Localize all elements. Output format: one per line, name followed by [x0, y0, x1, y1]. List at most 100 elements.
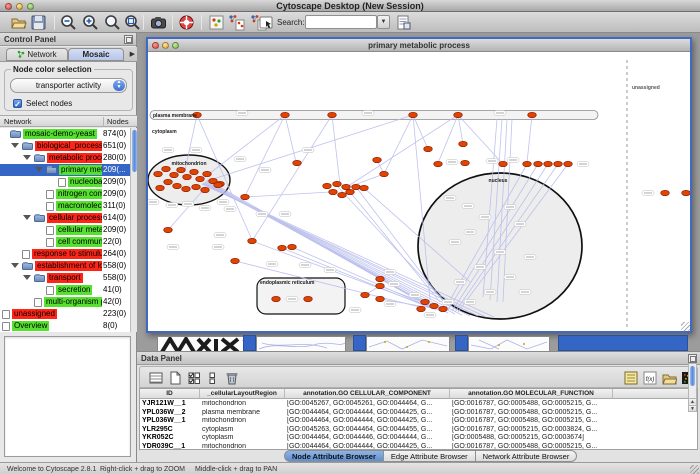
table-cell[interactable]: [GO:0016787, GO:0005488, GO:0005215, G..…: [450, 409, 613, 418]
float-panel-icon[interactable]: [124, 35, 133, 44]
network-node[interactable]: [424, 146, 433, 151]
minimize-button[interactable]: [16, 3, 23, 10]
float-panel-icon[interactable]: [688, 354, 697, 363]
tree-row-mosaic-demo-yeast[interactable]: mosaic-demo-yeast874(0): [0, 128, 130, 140]
table-cell[interactable]: [GO:0044464, GO:0044444, GO:0044425, G..…: [285, 417, 450, 426]
network-edge[interactable]: [527, 115, 532, 163]
layout-nodes-button[interactable]: [228, 14, 245, 31]
expand-arrow-icon[interactable]: [23, 215, 31, 220]
network-node[interactable]: [376, 276, 385, 281]
background-frame-edge[interactable]: [353, 335, 366, 351]
network-node[interactable]: [323, 183, 332, 188]
table-cell[interactable]: mitochondrion: [200, 400, 285, 409]
network-node[interactable]: [682, 190, 690, 195]
table-cell[interactable]: [GO:0016787, GO:0005488, GO:0005215, G..…: [450, 417, 613, 426]
network-node[interactable]: [173, 183, 182, 188]
tab-network-attribute-browser[interactable]: Network Attribute Browser: [476, 450, 578, 462]
delete-attribute-button[interactable]: [224, 370, 240, 386]
frame-minimize-button[interactable]: [162, 42, 169, 49]
annotations-button[interactable]: [258, 14, 275, 31]
table-cell[interactable]: cytoplasm: [200, 434, 285, 443]
network-node[interactable]: [190, 169, 199, 174]
network-node[interactable]: [380, 171, 389, 176]
birdseye-view[interactable]: [4, 336, 131, 457]
snapshot-camera-button[interactable]: [150, 14, 167, 31]
background-frame-edge[interactable]: [558, 335, 688, 351]
tree-row-primary-metabo[interactable]: primary metabo209(...: [0, 164, 130, 176]
table-cell[interactable]: [GO:0016787, GO:0005488, GO:0005215, G..…: [450, 400, 613, 409]
frame-titlebar[interactable]: primary metabolic process: [148, 39, 690, 52]
network-node[interactable]: [183, 174, 192, 179]
table-cell[interactable]: [GO:0045267, GO:0045261, GO:0044464, G..…: [285, 400, 450, 409]
search-dropdown-arrow[interactable]: ▼: [377, 15, 390, 29]
network-node[interactable]: [272, 296, 281, 301]
network-edge[interactable]: [245, 115, 285, 196]
network-node[interactable]: [182, 186, 191, 191]
network-node[interactable]: [203, 171, 212, 176]
network-node[interactable]: [434, 161, 443, 166]
select-nodes-checkbox[interactable]: ✓: [13, 99, 22, 108]
network-node[interactable]: [338, 192, 347, 197]
tree-row-biological-process[interactable]: biological_process651(0): [0, 140, 130, 152]
network-node[interactable]: [534, 161, 543, 166]
help-lifesaver-button[interactable]: [178, 14, 195, 31]
tree-row-unassigned[interactable]: unassigned223(0): [0, 308, 130, 320]
tab-network[interactable]: Network: [6, 48, 68, 61]
table-cell[interactable]: mitochondrion: [200, 417, 285, 426]
background-frame-edge[interactable]: [455, 335, 468, 351]
table-cell[interactable]: mitochondrion: [200, 443, 285, 451]
table-cell[interactable]: [GO:0044464, GO:0044444, GO:0044425, G..…: [285, 443, 450, 451]
tree-row-cellular-metabo[interactable]: cellular metabo209(0): [0, 224, 130, 236]
network-node[interactable]: [417, 306, 426, 311]
table-cell[interactable]: YPL036W__2: [140, 409, 200, 418]
network-node[interactable]: [346, 189, 355, 194]
network-node[interactable]: [164, 179, 173, 184]
tab-edge-attribute-browser[interactable]: Edge Attribute Browser: [384, 450, 476, 462]
network-node[interactable]: [661, 190, 670, 195]
table-scrollbar[interactable]: ▲ ▼: [688, 363, 697, 412]
expand-arrow-icon[interactable]: [23, 155, 31, 160]
network-node[interactable]: [499, 161, 508, 166]
network-node[interactable]: [328, 112, 337, 117]
network-node[interactable]: [248, 238, 257, 243]
zoom-out-button[interactable]: [60, 14, 77, 31]
zoom-selected-button[interactable]: [104, 14, 121, 31]
network-edge[interactable]: [413, 115, 428, 149]
attribute-table[interactable]: ID_cellularLayoutRegionannotation.GO CEL…: [139, 388, 698, 450]
network-node[interactable]: [461, 160, 470, 165]
network-node[interactable]: [333, 181, 342, 186]
attribute-editor-button[interactable]: [623, 370, 639, 386]
tree-scrollbar[interactable]: [130, 128, 137, 332]
network-node[interactable]: [373, 157, 382, 162]
table-cell[interactable]: [GO:0005488, GO:0005215, GO:0003674]: [450, 434, 613, 443]
tree-row-response-to-stimulu[interactable]: response to stimulu264(0): [0, 248, 130, 260]
network-node[interactable]: [154, 171, 163, 176]
create-attribute-button[interactable]: [167, 370, 183, 386]
table-cell[interactable]: YDR039C__1: [140, 443, 200, 451]
table-scrollbar-thumb[interactable]: [690, 366, 695, 386]
network-view-frame[interactable]: primary metabolic process plasma membran…: [146, 37, 692, 333]
frame-close-button[interactable]: [152, 42, 159, 49]
network-node[interactable]: [361, 292, 370, 297]
network-canvas[interactable]: plasma membranecytoplasmmitochondrionnuc…: [148, 52, 690, 331]
network-node[interactable]: [528, 112, 537, 117]
frame-zoom-button[interactable]: [172, 42, 179, 49]
frame-resize-grip[interactable]: [681, 322, 690, 331]
tab-node-attribute-browser[interactable]: Node Attribute Browser: [284, 450, 384, 462]
tree-row-cellular-process[interactable]: cellular process614(0): [0, 212, 130, 224]
network-node[interactable]: [430, 303, 439, 308]
network-node[interactable]: [454, 112, 463, 117]
zoom-fit-button[interactable]: [124, 14, 141, 31]
network-edge[interactable]: [345, 115, 458, 188]
network-node[interactable]: [523, 161, 532, 166]
scroll-up-arrow[interactable]: ▲: [689, 398, 696, 404]
tab-mosaic[interactable]: Mosaic: [68, 48, 124, 61]
table-cell[interactable]: [GO:0045263, GO:0044464, GO:0044455, G..…: [285, 426, 450, 435]
network-node[interactable]: [231, 258, 240, 263]
network-node[interactable]: [281, 112, 290, 117]
tree-row-overview[interactable]: Overview8(0): [0, 320, 130, 332]
network-node[interactable]: [177, 167, 186, 172]
open-file-button[interactable]: [10, 14, 27, 31]
network-node[interactable]: [421, 299, 430, 304]
column-header-1[interactable]: _cellularLayoutRegion: [200, 389, 285, 399]
